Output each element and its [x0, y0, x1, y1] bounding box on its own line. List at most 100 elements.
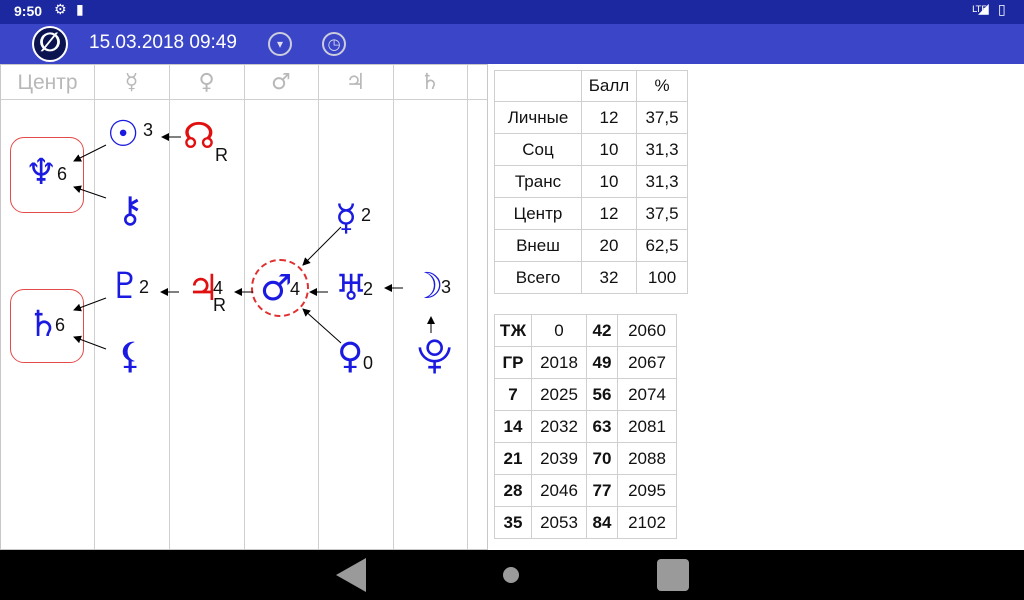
table-cell: 12	[581, 197, 637, 230]
table-cell: Личные	[494, 101, 582, 134]
table-cell: Внеш	[494, 229, 582, 262]
navigation-bar	[0, 550, 1024, 600]
mercury-icon[interactable]: ☿ 2	[335, 199, 371, 239]
venus-value: 0	[363, 353, 374, 373]
arrow-sun-neptune	[73, 144, 107, 162]
arrow-pluto-saturn	[73, 297, 107, 312]
table-cell: Центр	[494, 197, 582, 230]
table-row: 14 2032 63 2081	[494, 410, 677, 443]
table-row: ТЖ 0 42 2060	[494, 314, 677, 347]
table-cell: Всего	[494, 261, 582, 294]
table-cell: Соц	[494, 133, 582, 166]
mercury-value: 2	[361, 205, 372, 225]
dropdown-icon[interactable]: ▾	[268, 32, 292, 56]
app-bar: ∅ 15.03.2018 09:49 ▾ ◷	[0, 24, 1024, 64]
arrow-chiron-neptune	[73, 185, 107, 199]
arrow-lilith-saturn	[73, 335, 107, 350]
table-cell: 21	[494, 442, 532, 475]
stats-table: Балл % Личные 12 37,5 Соц 10 31,3 Транс …	[494, 70, 688, 294]
chiron-icon[interactable]: ⚷	[117, 191, 143, 231]
pluto-value: 2	[139, 277, 150, 297]
neptune-value: 6	[57, 164, 68, 184]
table-row: Центр 12 37,5	[494, 197, 688, 230]
recent-apps-icon[interactable]	[657, 559, 689, 591]
table-cell: 2088	[617, 442, 677, 475]
venus-icon[interactable]: ♀ 0	[337, 337, 373, 377]
table-cell: 56	[586, 378, 618, 411]
table-cell: 49	[586, 346, 618, 379]
aspect-arrows	[73, 133, 435, 350]
table-row: Соц 10 31,3	[494, 133, 688, 166]
table-cell: 2067	[617, 346, 677, 379]
app-logo-icon[interactable]: ∅	[32, 26, 68, 62]
table-cell: Транс	[494, 165, 582, 198]
moon-value: 3	[441, 277, 452, 297]
table-cell: 32	[581, 261, 637, 294]
uranus-icon[interactable]: ♅ 2	[335, 269, 373, 309]
table-cell: 31,3	[636, 133, 688, 166]
table-cell	[494, 70, 582, 102]
table-cell: 35	[494, 506, 532, 539]
status-bar: 9:50 ⚙ ▮ LTE ◢ ▯	[0, 0, 1024, 24]
settings-icon: ⚙	[54, 2, 67, 18]
table-cell: 42	[586, 314, 618, 347]
table-cell: 12	[581, 101, 637, 134]
pluto-icon[interactable]: ♇ 2	[109, 267, 149, 307]
table-cell: 62,5	[636, 229, 688, 262]
moon-icon[interactable]: ☽ 3	[411, 267, 451, 307]
saturn-icon[interactable]: ♄ 6	[27, 305, 65, 345]
jupiter-icon[interactable]: ♃ 4 R	[187, 269, 226, 316]
back-icon[interactable]	[336, 558, 366, 592]
table-cell: 2032	[531, 410, 587, 443]
table-cell: 2039	[531, 442, 587, 475]
sun-value: 3	[143, 120, 154, 140]
home-icon[interactable]	[503, 567, 519, 583]
table-row: ГР 2018 49 2067	[494, 346, 677, 379]
planet-chart: Центр ☿ ♀ ♂ ♃ ♄ ♆ 6 ☉ 3 ☊ R ⚷ ☿ 2 ♇ 2 ♃ …	[0, 64, 488, 550]
table-cell: 2095	[617, 474, 677, 507]
jupiter-retrograde: R	[213, 295, 226, 315]
table-row: Личные 12 37,5	[494, 101, 688, 134]
table-cell: 10	[581, 133, 637, 166]
node-retrograde: R	[215, 145, 228, 165]
table-row: Транс 10 31,3	[494, 165, 688, 198]
table-cell: 20	[581, 229, 637, 262]
lilith-icon[interactable]: ⚸	[117, 337, 143, 377]
table-row: 28 2046 77 2095	[494, 474, 677, 507]
chart-datetime[interactable]: 15.03.2018 09:49	[89, 32, 237, 54]
table-row: 7 2025 56 2074	[494, 378, 677, 411]
table-cell: 2053	[531, 506, 587, 539]
table-cell: 77	[586, 474, 618, 507]
table-cell: 63	[586, 410, 618, 443]
arrow-venus-mars	[302, 308, 342, 344]
table-cell: 14	[494, 410, 532, 443]
sd-card-icon: ▮	[76, 2, 84, 18]
proserpina-icon[interactable]: ⯓	[417, 337, 452, 377]
table-row: Балл %	[494, 70, 688, 102]
table-cell: 10	[581, 165, 637, 198]
table-cell: 2018	[531, 346, 587, 379]
battery-icon: ▯	[998, 2, 1006, 18]
table-cell: 70	[586, 442, 618, 475]
sun-icon[interactable]: ☉ 3	[107, 115, 153, 155]
right-panel: Балл % Личные 12 37,5 Соц 10 31,3 Транс …	[488, 64, 984, 550]
table-cell: 2074	[617, 378, 677, 411]
signal-icon: ◢	[978, 1, 989, 17]
table-header: %	[636, 70, 688, 102]
table-cell: ТЖ	[494, 314, 532, 347]
table-row: 35 2053 84 2102	[494, 506, 677, 539]
table-cell: 37,5	[636, 197, 688, 230]
clock-icon[interactable]: ◷	[322, 32, 346, 56]
table-row: Внеш 20 62,5	[494, 229, 688, 262]
mars-icon[interactable]: ♂ 4	[260, 269, 300, 309]
table-cell: ГР	[494, 346, 532, 379]
neptune-icon[interactable]: ♆ 6	[25, 153, 67, 193]
saturn-value: 6	[55, 315, 66, 335]
node-icon[interactable]: ☊ R	[183, 117, 228, 166]
table-row: 21 2039 70 2088	[494, 442, 677, 475]
table-row: Всего 32 100	[494, 261, 688, 294]
table-cell: 2046	[531, 474, 587, 507]
uranus-value: 2	[363, 279, 374, 299]
table-cell: 7	[494, 378, 532, 411]
table-cell: 0	[531, 314, 587, 347]
